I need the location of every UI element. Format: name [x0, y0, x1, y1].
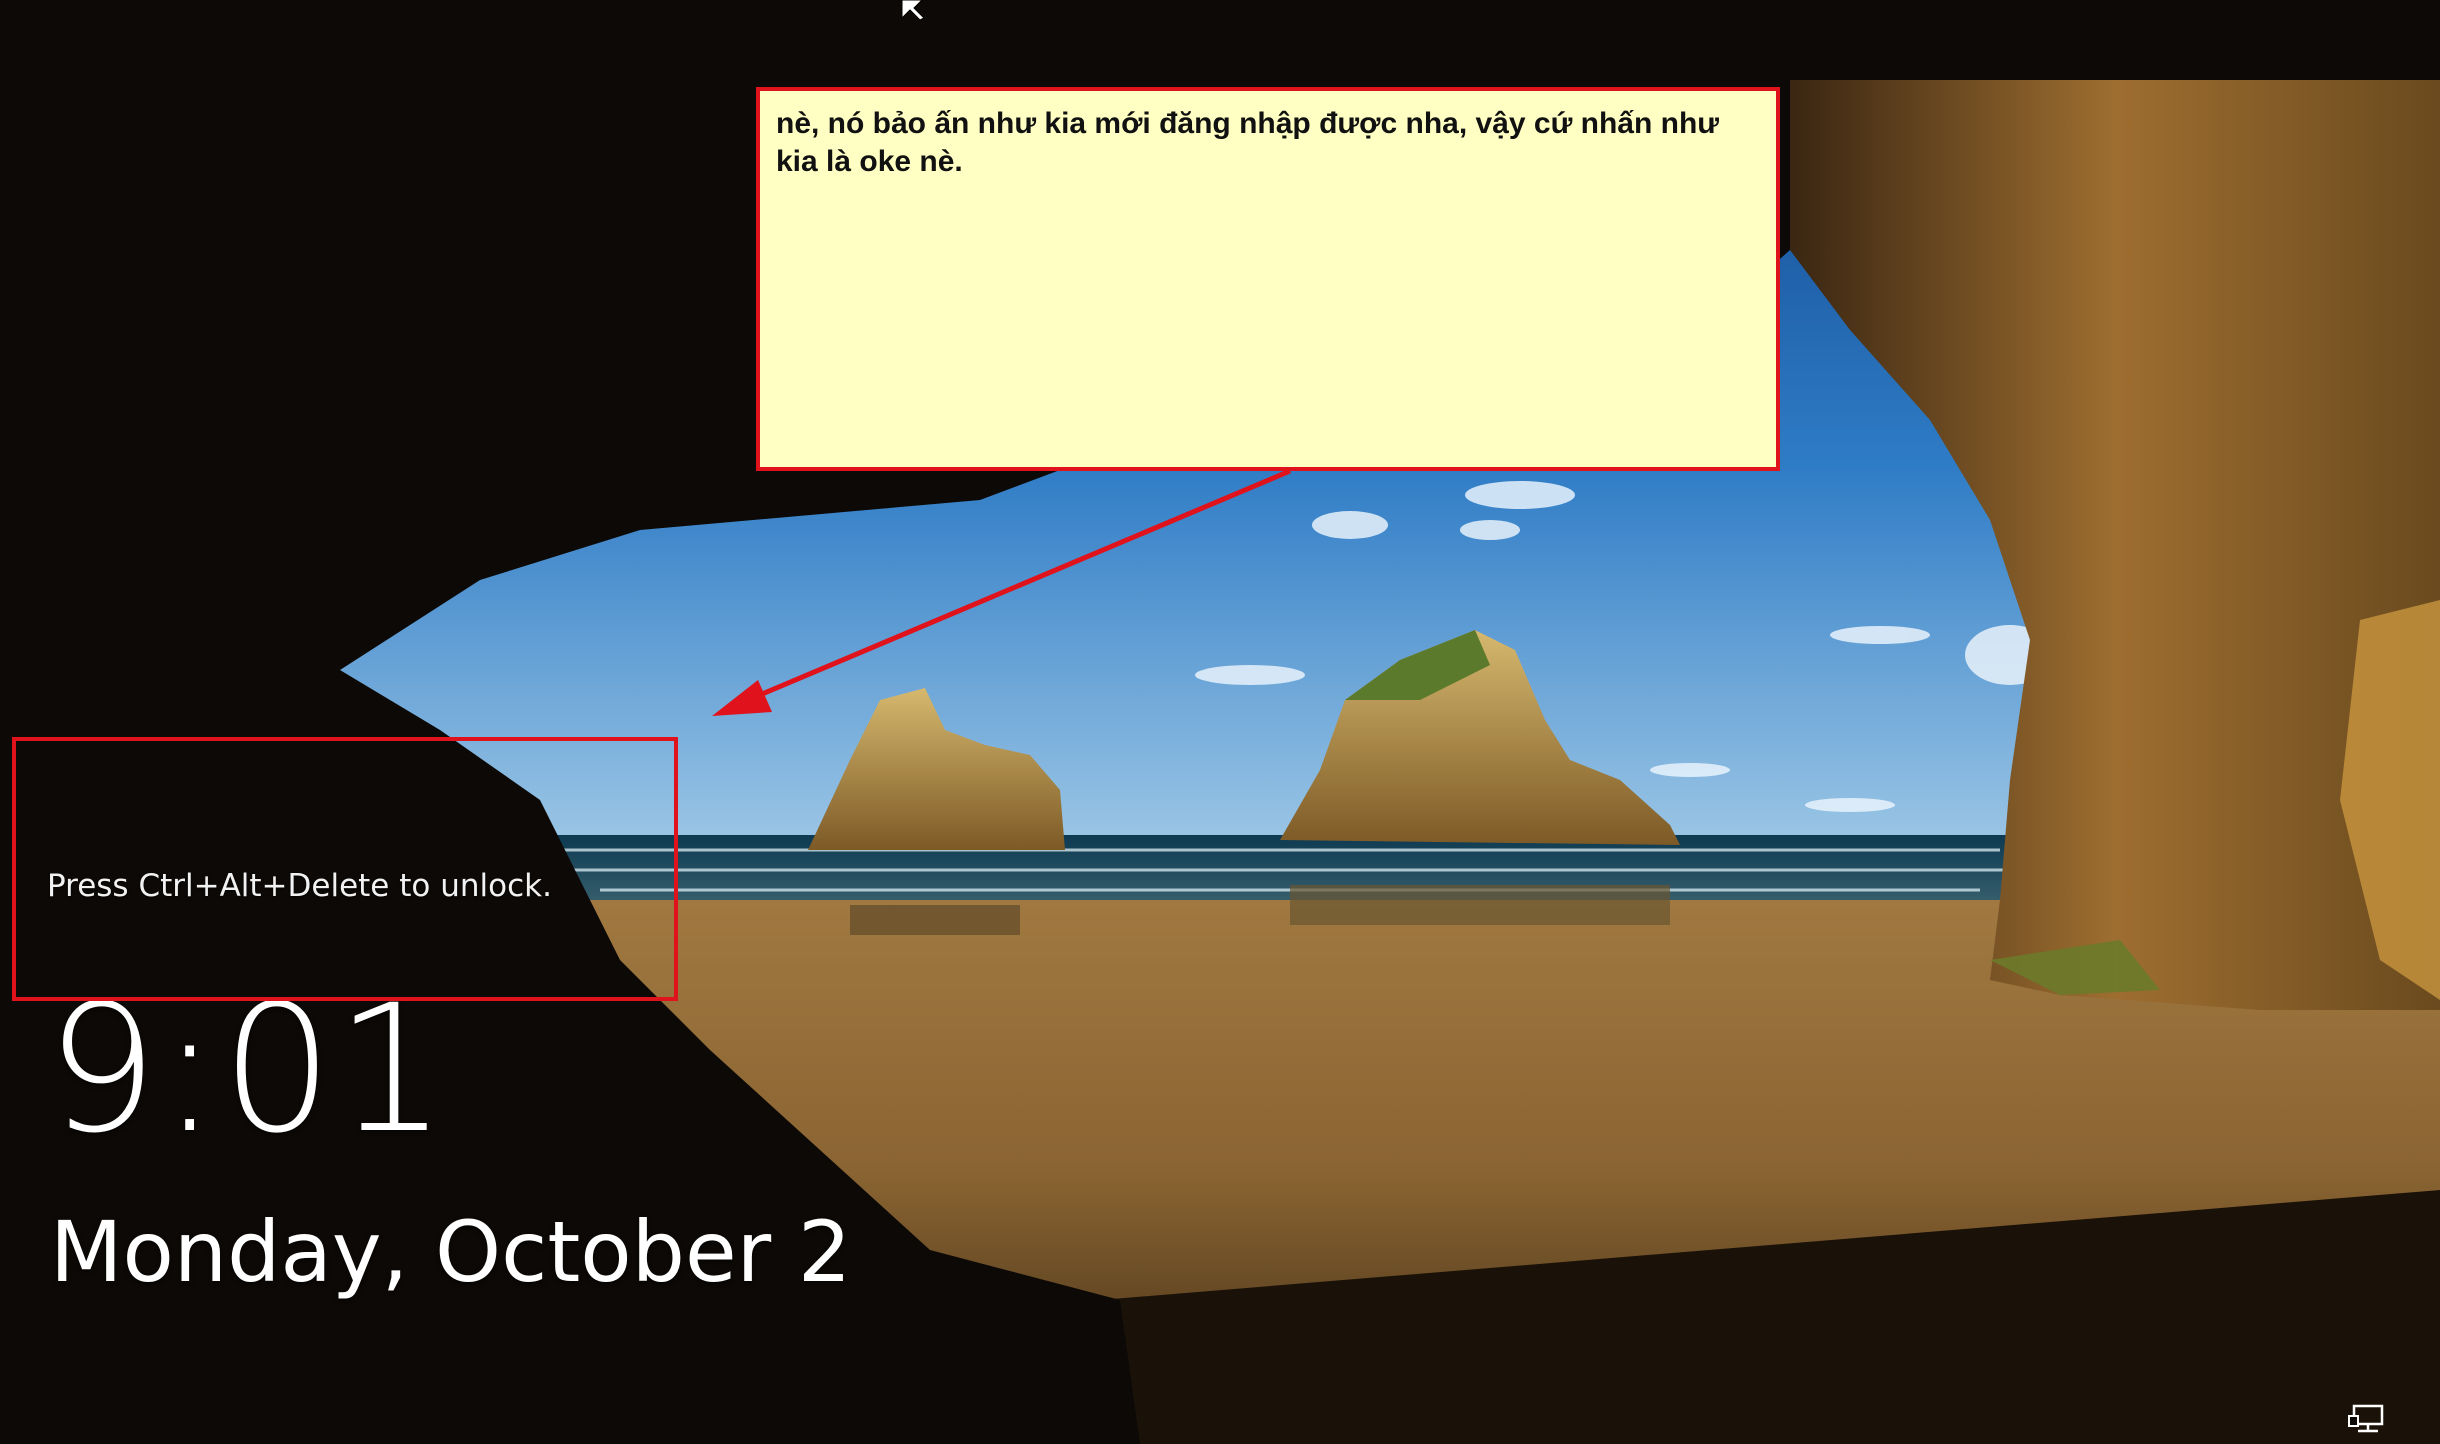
clock-date: Monday, October 2 [50, 1203, 852, 1301]
mouse-cursor-icon [901, 0, 925, 20]
annotation-highlight-box [12, 737, 678, 1001]
network-icon[interactable] [2348, 1404, 2388, 1434]
annotation-note-text: nè, nó bảo ấn như kia mới đăng nhập được… [776, 107, 1719, 178]
lock-screen[interactable]: Press Ctrl+Alt+Delete to unlock. 9:01 Mo… [0, 0, 2440, 1444]
annotation-note: nè, nó bảo ấn như kia mới đăng nhập được… [756, 87, 1780, 471]
clock-time: 9:01 [46, 967, 450, 1172]
